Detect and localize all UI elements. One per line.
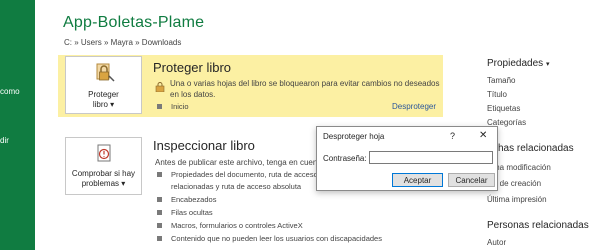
inspect-bullet-continued: relacionadas y ruta de acceso absoluta [171, 182, 302, 191]
inspect-bullet: Propiedades del documento, ruta de acces… [171, 170, 318, 179]
dialog-title: Desproteger hoja [323, 132, 385, 141]
bullet-square-icon [157, 104, 162, 109]
related-people-header: Personas relacionadas [487, 220, 589, 231]
bullet-square-icon [157, 197, 162, 202]
date-created: a de creación [493, 179, 542, 188]
bullet-square-icon [157, 210, 162, 215]
protect-button-label-1: Proteger [88, 90, 119, 99]
close-icon[interactable]: ✕ [479, 130, 487, 141]
file-path-breadcrumb[interactable]: C: » Users » Mayra » Downloads [64, 38, 181, 47]
property-size: Tamaño [487, 76, 516, 85]
unprotect-sheet-dialog: Desproteger hoja ? ✕ Contraseña: Aceptar… [316, 126, 498, 191]
cancel-button[interactable]: Cancelar [448, 173, 495, 187]
inspect-bullet: Encabezados [171, 195, 217, 204]
date-last-modified: ma modificación [493, 163, 551, 172]
lock-icon [155, 79, 165, 97]
dropdown-caret-icon: ▾ [545, 61, 550, 68]
inspect-description: Antes de publicar este archivo, tenga en… [155, 158, 320, 167]
sidebar-item-como[interactable]: como [0, 87, 20, 96]
check-issues-label-1: Comprobar si hay [71, 169, 136, 178]
protect-workbook-button[interactable]: Proteger libro ▾ [65, 56, 142, 114]
inspect-bullet: Macros, formularios o controles ActiveX [171, 221, 303, 230]
check-issues-label-2: problemas ▾ [81, 179, 126, 188]
lock-document-icon [93, 63, 115, 88]
inspect-bullet: Filas ocultas [171, 208, 213, 217]
dropdown-caret-icon: ▾ [121, 179, 126, 188]
backstage-sidebar: como dir [0, 0, 35, 250]
help-icon[interactable]: ? [450, 131, 455, 141]
check-issues-button[interactable]: Comprobar si hay problemas ▾ [65, 137, 142, 195]
related-dates-header: chas relacionadas [493, 143, 574, 154]
inspect-bullet: Contenido que no pueden leer los usuario… [171, 234, 382, 243]
bullet-square-icon [157, 223, 162, 228]
inspect-document-icon [93, 144, 115, 169]
property-tags: Etiquetas [487, 104, 521, 113]
file-title: App-Boletas-Plame [63, 14, 205, 31]
property-title: Título [487, 90, 508, 99]
properties-header[interactable]: Propiedades ▾ [487, 58, 549, 69]
accept-button[interactable]: Aceptar [392, 173, 443, 187]
bullet-square-icon [157, 172, 162, 177]
bullet-square-icon [157, 236, 162, 241]
password-input[interactable] [369, 151, 493, 164]
protect-title: Proteger libro [153, 60, 232, 75]
password-label: Contraseña: [323, 154, 367, 163]
date-last-printed: Última impresión [487, 195, 547, 204]
unprotect-link[interactable]: Desproteger [392, 102, 436, 111]
people-author: Autor [487, 238, 507, 247]
dropdown-caret-icon: ▾ [110, 100, 115, 109]
protect-description: Una o varias hojas del libro se bloquear… [170, 79, 440, 99]
protect-sub-item: Inicio [171, 102, 189, 111]
sidebar-item-dir[interactable]: dir [0, 136, 9, 145]
protect-button-label-2: libro ▾ [92, 100, 115, 109]
inspect-title: Inspeccionar libro [153, 138, 255, 153]
